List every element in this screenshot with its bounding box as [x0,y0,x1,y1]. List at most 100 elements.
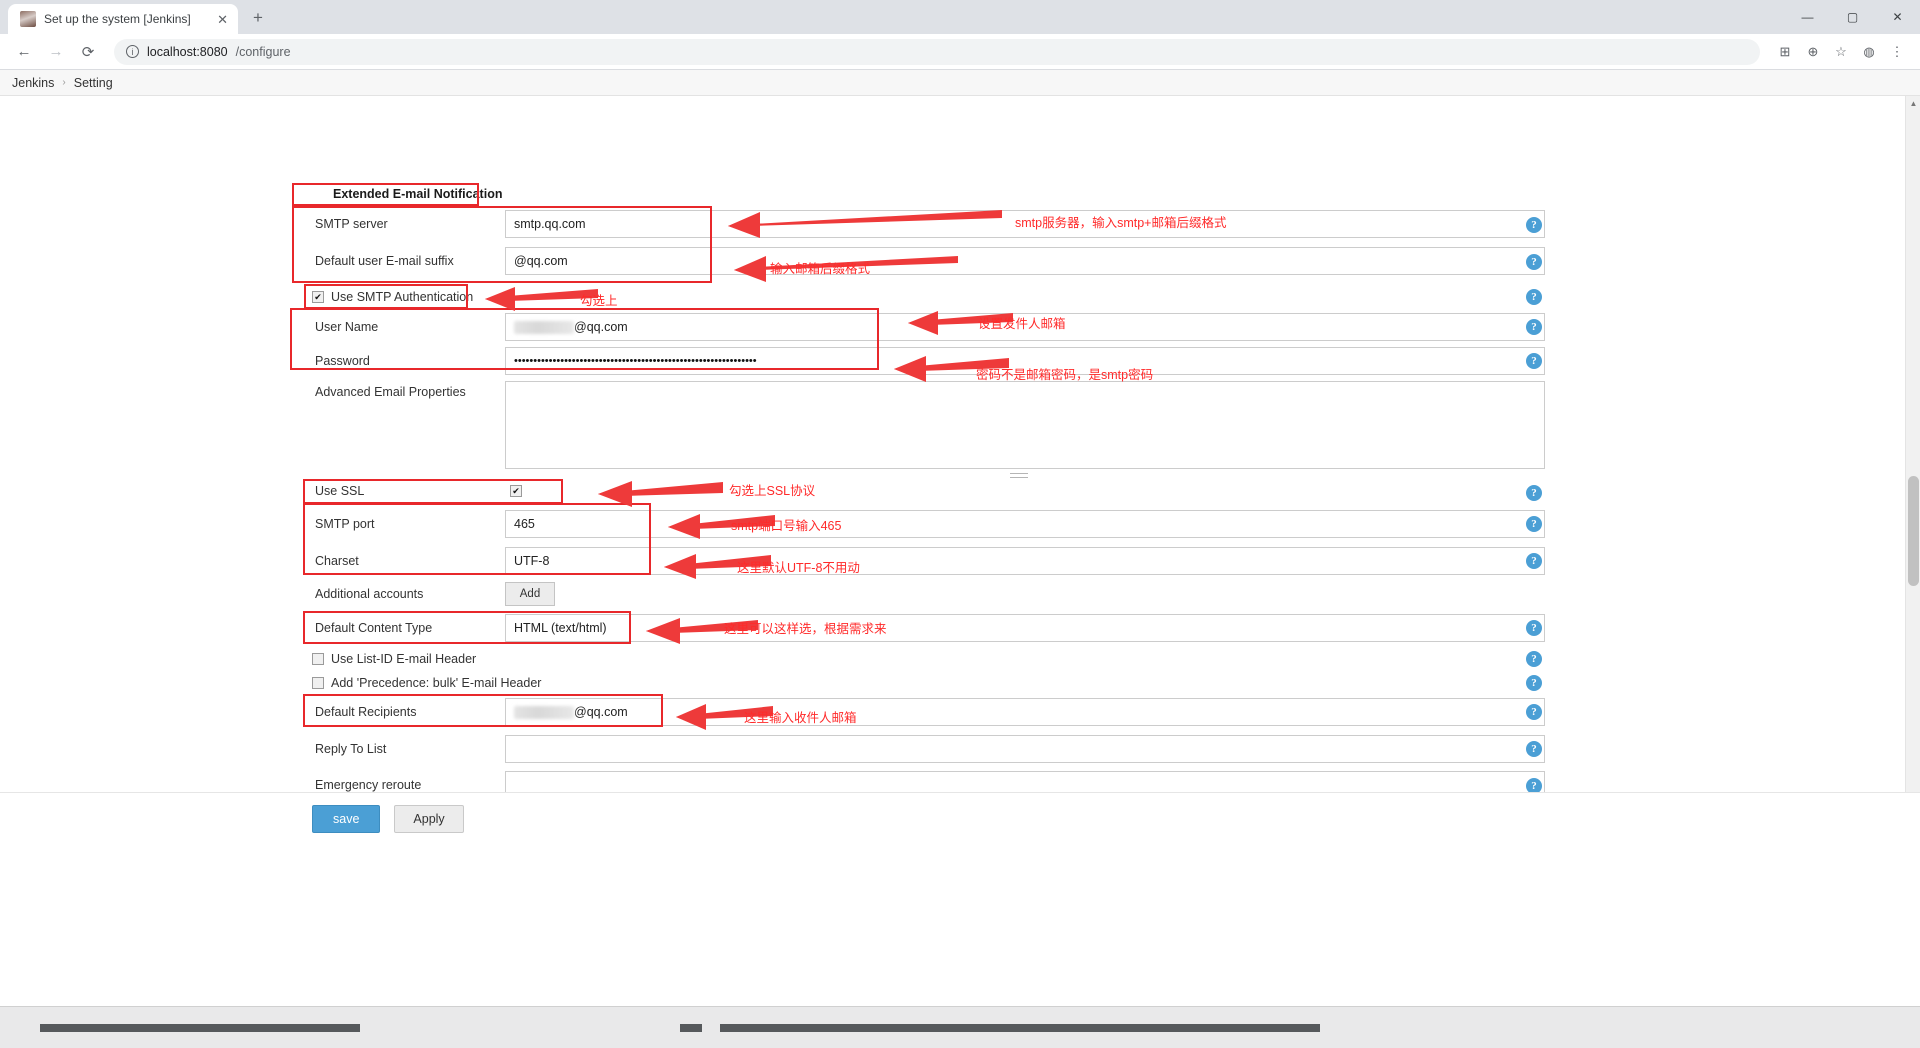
taskbar-item[interactable] [680,1023,702,1032]
help-icon[interactable]: ? [1526,651,1542,667]
site-info-icon[interactable]: i [126,45,139,58]
help-icon[interactable]: ? [1526,289,1542,305]
annotation-text-4: 设置发件人邮箱 [978,317,1066,331]
help-icon[interactable]: ? [1526,217,1542,233]
taskbar-item[interactable] [40,1023,360,1032]
url-host: localhost:8080 [147,44,228,59]
field-row-smtp-port: SMTP port 465 [300,510,1545,538]
password-label: Password [315,354,370,368]
default-recipients-label: Default Recipients [315,705,417,719]
help-icon[interactable]: ? [1526,620,1542,636]
field-row-password: Password •••••••••••••••••••••••••••••••… [300,347,1545,375]
save-button[interactable]: save [312,804,381,833]
address-bar[interactable]: i localhost:8080/configure [114,38,1760,65]
add-precedence-label: Add 'Precedence: bulk' E-mail Header [331,676,542,690]
checkbox-row-add-precedence[interactable]: Add 'Precedence: bulk' E-mail Header [312,676,541,690]
help-icon[interactable]: ? [1526,741,1542,757]
help-icon[interactable]: ? [1526,254,1542,270]
reply-to-list-label: Reply To List [315,742,387,756]
user-name-label: User Name [315,320,379,334]
profile-avatar-icon[interactable]: ◍ [1856,39,1882,65]
split-screen-icon[interactable]: ⊞ [1772,39,1798,65]
add-account-button[interactable]: Add [505,582,555,606]
bookmark-star-icon[interactable]: ☆ [1828,39,1854,65]
favicon-icon [20,11,36,27]
charset-label: Charset [315,554,359,568]
vertical-scrollbar[interactable]: ▲ ▼ [1905,96,1920,844]
checkbox-icon[interactable] [312,653,324,665]
textarea-resize-grip[interactable] [1010,473,1028,478]
help-icon[interactable]: ? [1526,319,1542,335]
tab-strip: Set up the system [Jenkins] ✕ + — ▢ ✕ [0,0,1920,34]
field-row-smtp-server: SMTP server smtp.qq.com [300,210,1545,238]
translate-icon[interactable]: ⊕ [1800,39,1826,65]
advanced-props-label: Advanced Email Properties [315,385,466,399]
checkbox-icon[interactable] [510,485,522,497]
browser-window: Set up the system [Jenkins] ✕ + — ▢ ✕ ← … [0,0,1920,1048]
scrollbar-thumb[interactable] [1908,476,1919,586]
breadcrumb-root[interactable]: Jenkins [12,76,54,90]
default-recipients-input[interactable]: @qq.com [505,698,1545,726]
annotation-text-3: 勾选上 [580,294,618,308]
apply-button[interactable]: Apply [394,804,464,833]
browser-tab[interactable]: Set up the system [Jenkins] ✕ [8,4,238,34]
help-icon[interactable]: ? [1526,516,1542,532]
taskbar-item[interactable] [720,1023,1320,1032]
charset-input[interactable]: UTF-8 [505,547,1545,575]
minimize-icon[interactable]: — [1785,0,1830,34]
close-icon[interactable]: ✕ [217,13,228,26]
form-action-bar: save Apply [0,792,1920,844]
default-content-type-label: Default Content Type [315,621,433,635]
redacted-text [514,320,574,334]
maximize-icon[interactable]: ▢ [1830,0,1875,34]
redacted-text [514,705,574,719]
advanced-props-textarea[interactable] [505,381,1545,469]
default-suffix-label: Default user E-mail suffix [315,254,454,268]
use-smtp-auth-label: Use SMTP Authentication [331,290,474,304]
additional-accounts-label: Additional accounts [315,587,424,601]
help-icon[interactable]: ? [1526,485,1542,501]
emergency-reroute-label: Emergency reroute [315,778,422,792]
field-row-default-content-type: Default Content Type HTML (text/html) ▼ [300,614,1545,642]
field-row-default-recipients: Default Recipients @qq.com [300,698,1545,726]
smtp-port-label: SMTP port [315,517,375,531]
smtp-port-input[interactable]: 465 [505,510,1545,538]
url-path: /configure [235,44,291,59]
page-title: Extended E-mail Notification [333,187,503,201]
forward-icon[interactable]: → [42,38,70,66]
annotation-text-5: 密码不是邮箱密码，是smtp密码 [976,368,1154,382]
help-icon[interactable]: ? [1526,553,1542,569]
use-ssl-label: Use SSL [315,484,365,498]
field-row-advanced-props: Advanced Email Properties [300,381,1545,469]
default-content-type-select[interactable]: HTML (text/html) ▼ [505,614,1545,642]
reload-icon[interactable]: ⟳ [74,38,102,66]
field-row-reply-to-list: Reply To List [300,735,1545,763]
menu-icon[interactable]: ⋮ [1884,39,1910,65]
checkbox-row-use-smtp-auth[interactable]: Use SMTP Authentication [312,290,473,304]
field-row-charset: Charset UTF-8 [300,547,1545,575]
help-icon[interactable]: ? [1526,353,1542,369]
window-controls: — ▢ ✕ [1785,0,1920,34]
annotation-text-2: 输入邮箱后缀格式 [770,262,871,276]
back-icon[interactable]: ← [10,38,38,66]
default-recipients-suffix: @qq.com [574,705,628,719]
default-content-type-value: HTML (text/html) [514,621,607,635]
breadcrumb-current[interactable]: Setting [74,76,113,90]
checkbox-icon[interactable] [312,291,324,303]
jenkins-configure-page: Extended E-mail Notification SMTP server… [0,96,1920,844]
annotation-text-8: 这里默认UTF-8不用动 [737,561,860,575]
checkbox-row-use-list-id[interactable]: Use List-ID E-mail Header [312,652,476,666]
smtp-server-label: SMTP server [315,217,388,231]
window-close-icon[interactable]: ✕ [1875,0,1920,34]
checkbox-icon[interactable] [312,677,324,689]
reply-to-list-input[interactable] [505,735,1545,763]
breadcrumb: Jenkins › Setting [0,70,1920,96]
help-icon[interactable]: ? [1526,675,1542,691]
new-tab-button[interactable]: + [244,4,272,32]
help-icon[interactable]: ? [1526,704,1542,720]
annotation-text-10: 这里输入收件人邮箱 [744,711,857,725]
default-suffix-input[interactable]: @qq.com [505,247,1545,275]
scroll-up-icon[interactable]: ▲ [1906,96,1920,111]
annotation-text-6: 勾选上SSL协议 [729,484,816,498]
annotation-text-7: smtp端口号输入465 [731,519,842,533]
